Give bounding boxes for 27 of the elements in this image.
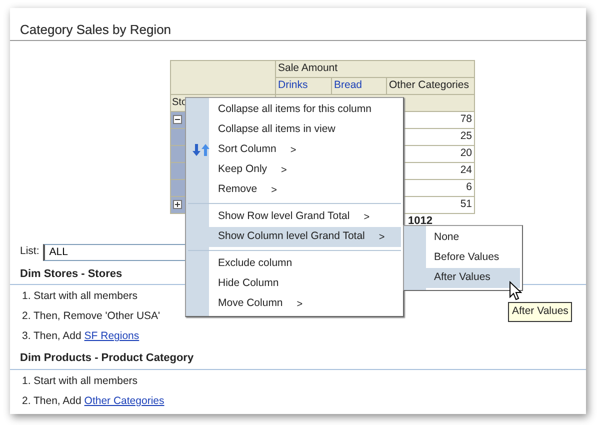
column-header: Other Categories bbox=[386, 77, 474, 94]
expand-icon[interactable] bbox=[173, 200, 182, 210]
menu-item[interactable]: Move Column > bbox=[188, 294, 401, 314]
step-text: 3. Then, Add SF Regions bbox=[22, 329, 140, 344]
column-header[interactable]: Drinks bbox=[276, 77, 332, 94]
column-header[interactable]: Bread bbox=[332, 77, 386, 94]
collapse-icon[interactable] bbox=[173, 115, 182, 124]
grand-total: 1012 bbox=[408, 214, 432, 227]
panel-title: Category Sales by Region bbox=[10, 8, 586, 41]
step-link[interactable]: SF Regions bbox=[84, 330, 140, 342]
submenu-arrow: > bbox=[378, 230, 385, 244]
step-text: 2. Then, Add Other Categories bbox=[22, 394, 164, 409]
step-text: 1. Start with all members bbox=[22, 289, 138, 304]
menu-item[interactable]: None bbox=[406, 228, 520, 248]
tooltip: After Values bbox=[508, 302, 572, 322]
step-link[interactable]: Other Categories bbox=[84, 394, 164, 407]
submenu-arrow: > bbox=[296, 298, 303, 312]
list-label: List: bbox=[20, 244, 40, 260]
step-text: 1. Start with all members bbox=[22, 374, 138, 389]
sort-icon bbox=[192, 143, 210, 157]
step-text: 2. Then, Remove 'Other USA' bbox=[22, 309, 160, 324]
column-header: Sale Amount bbox=[276, 60, 474, 78]
submenu-arrow: > bbox=[364, 210, 370, 224]
section-heading: Dim Products - Product Category bbox=[10, 345, 586, 370]
submenu-arrow: > bbox=[290, 144, 296, 158]
submenu-arrow: > bbox=[271, 184, 277, 198]
submenu-arrow: > bbox=[281, 164, 287, 178]
